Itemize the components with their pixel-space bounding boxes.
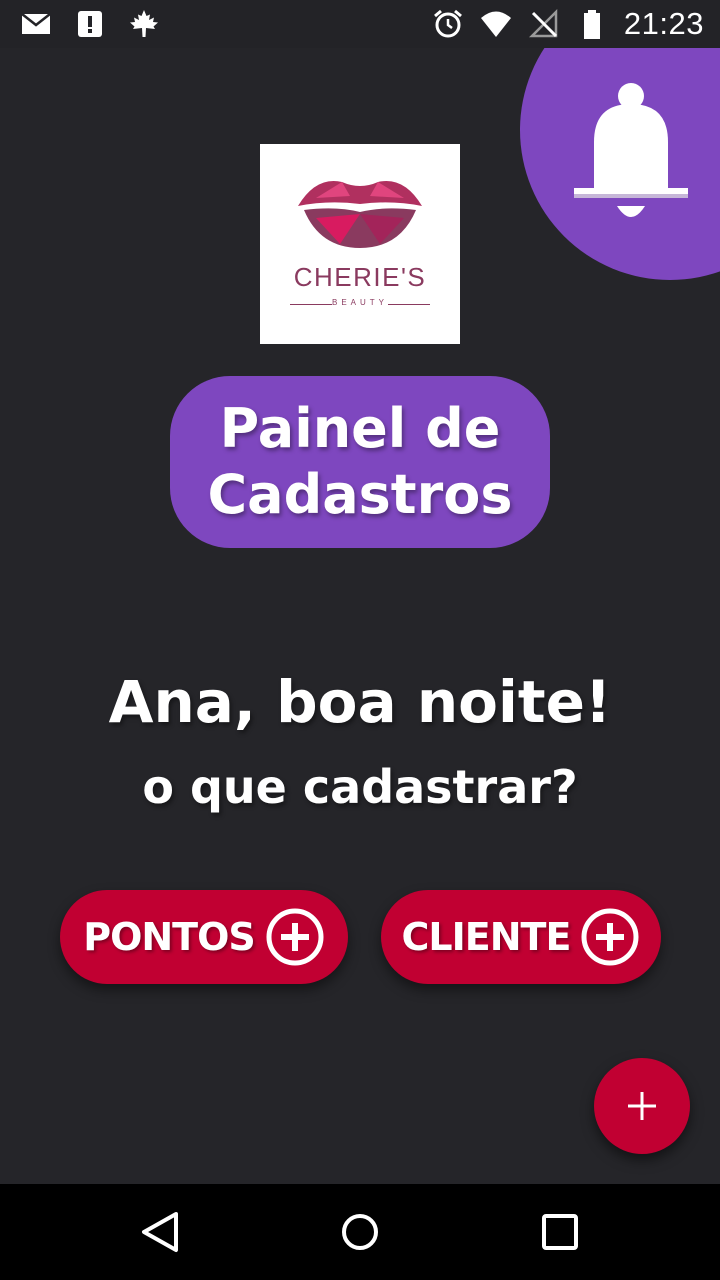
fab-add-button[interactable] (594, 1058, 690, 1154)
battery-icon (583, 10, 600, 39)
navigation-bar (0, 1184, 720, 1280)
alarm-icon (433, 9, 462, 38)
alert-icon (78, 11, 102, 37)
plus-circle-icon (266, 908, 324, 966)
status-bar: 21:23 (0, 0, 720, 48)
add-cliente-button[interactable]: CLIENTE (381, 890, 661, 984)
add-pontos-button[interactable]: PONTOS (60, 890, 348, 984)
question-text: o que cadastrar? (142, 760, 578, 814)
back-icon[interactable] (136, 1208, 184, 1256)
maple-leaf-icon (130, 10, 158, 37)
wifi-icon (480, 11, 511, 37)
plus-circle-icon (581, 908, 639, 966)
home-icon[interactable] (336, 1208, 384, 1256)
logo-subtitle: BEAUTY (331, 298, 388, 307)
no-signal-icon (528, 8, 558, 38)
status-notifications (20, 8, 160, 40)
status-time: 21:23 (623, 6, 704, 41)
page-title: Painel de Cadastros (180, 396, 540, 528)
mail-icon (21, 13, 51, 34)
greeting-text: Ana, boa noite! (108, 668, 612, 736)
page-title-line1: Painel de (219, 397, 501, 460)
logo-brand-name: CHERIE'S (293, 262, 427, 292)
plus-icon (628, 1092, 656, 1120)
recent-apps-icon[interactable] (536, 1208, 584, 1256)
page-title-pill: Painel de Cadastros (170, 376, 550, 548)
lips-icon (298, 181, 422, 248)
add-cliente-label: CLIENTE (401, 915, 572, 959)
logo-divider-right (388, 304, 430, 305)
status-system: 21:23 (432, 6, 704, 42)
add-pontos-label: PONTOS (83, 915, 256, 959)
app-screen: 21:23 CHERIE'S BEAUTY Painel de Cadastro… (0, 0, 720, 1280)
page-title-line2: Cadastros (207, 463, 513, 526)
brand-logo: CHERIE'S BEAUTY (260, 144, 460, 344)
